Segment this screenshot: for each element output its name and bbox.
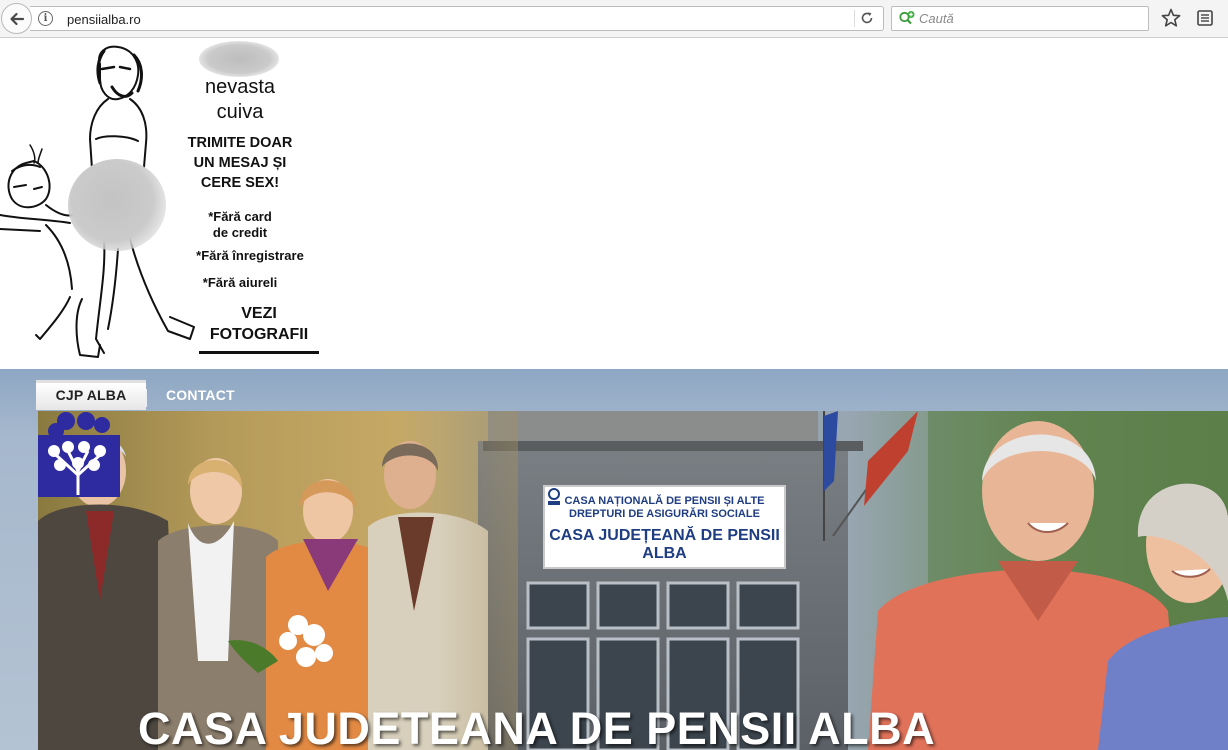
reload-icon[interactable] xyxy=(859,10,875,26)
advertisement[interactable]: nevasta cuiva TRIMITE DOAR UN MESAJ ȘI C… xyxy=(0,39,330,367)
back-button[interactable] xyxy=(1,3,32,34)
cjp-logo-icon xyxy=(38,412,120,497)
tab-contact[interactable]: CONTACT xyxy=(147,380,253,410)
sign-title: CASA JUDEȚEANĂ DE PENSII ALBA xyxy=(549,527,780,562)
search-input[interactable] xyxy=(919,10,1139,27)
url-divider xyxy=(854,10,855,27)
sign-logo-icon xyxy=(548,488,560,505)
ad-bullet: *Fără card de credit xyxy=(208,209,272,240)
browser-toolbar: i pensiialba.ro xyxy=(0,0,1228,38)
ad-bullet: *Fără aiureli xyxy=(202,275,278,290)
blurred-avatar xyxy=(199,41,279,77)
banner-photo xyxy=(38,411,1228,750)
ad-name: nevasta cuiva xyxy=(204,76,276,123)
url-text[interactable]: pensiialba.ro xyxy=(67,12,141,27)
ad-cta-link[interactable]: VEZI FOTOGRAFII xyxy=(199,303,319,354)
censor-blur xyxy=(68,159,166,251)
reader-icon[interactable] xyxy=(1196,9,1214,27)
search-bar[interactable] xyxy=(891,6,1149,31)
header-banner: CASA NAȚIONALĂ DE PENSII ȘI ALTE DREPTUR… xyxy=(38,411,1228,750)
tab-separator xyxy=(146,389,147,407)
site-header: CJP ALBA CONTACT CASA NAȚIONALĂ DE PENSI… xyxy=(0,369,1228,750)
ad-bullet: *Fără înregistrare xyxy=(196,248,304,263)
banner-title: CASA JUDETEANA DE PENSII ALBA xyxy=(138,703,936,750)
info-icon[interactable]: i xyxy=(38,11,53,26)
search-engine-icon[interactable] xyxy=(898,10,918,26)
address-bar[interactable]: i pensiialba.ro xyxy=(30,6,884,31)
main-nav: CJP ALBA CONTACT xyxy=(36,380,253,410)
star-icon[interactable] xyxy=(1160,7,1182,29)
ad-headline: TRIMITE DOAR UN MESAJ ȘI CERE SEX! xyxy=(187,135,293,191)
sign-subtitle: CASA NAȚIONALĂ DE PENSII ȘI ALTE DREPTUR… xyxy=(564,495,765,520)
back-icon xyxy=(9,12,24,25)
tab-cjp-alba[interactable]: CJP ALBA xyxy=(36,380,146,410)
building-sign: CASA NAȚIONALĂ DE PENSII ȘI ALTE DREPTUR… xyxy=(543,485,786,569)
